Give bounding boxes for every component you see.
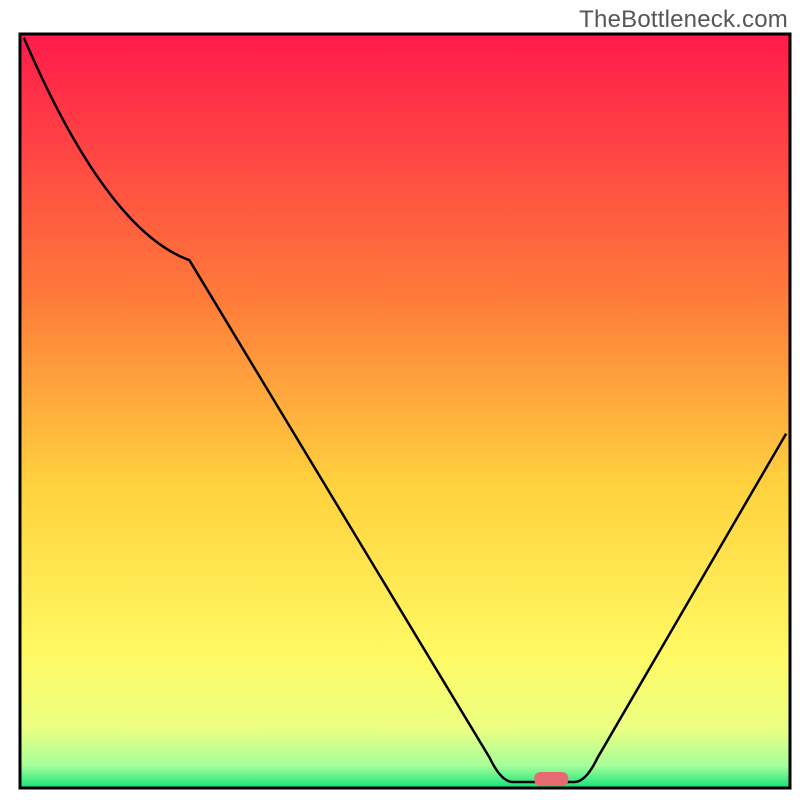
chart-container: TheBottleneck.com: [0, 0, 800, 800]
bottleneck-chart: [0, 0, 800, 800]
watermark-text: TheBottleneck.com: [579, 6, 788, 34]
plot-background: [20, 34, 790, 788]
optimal-zone-marker: [534, 772, 568, 786]
